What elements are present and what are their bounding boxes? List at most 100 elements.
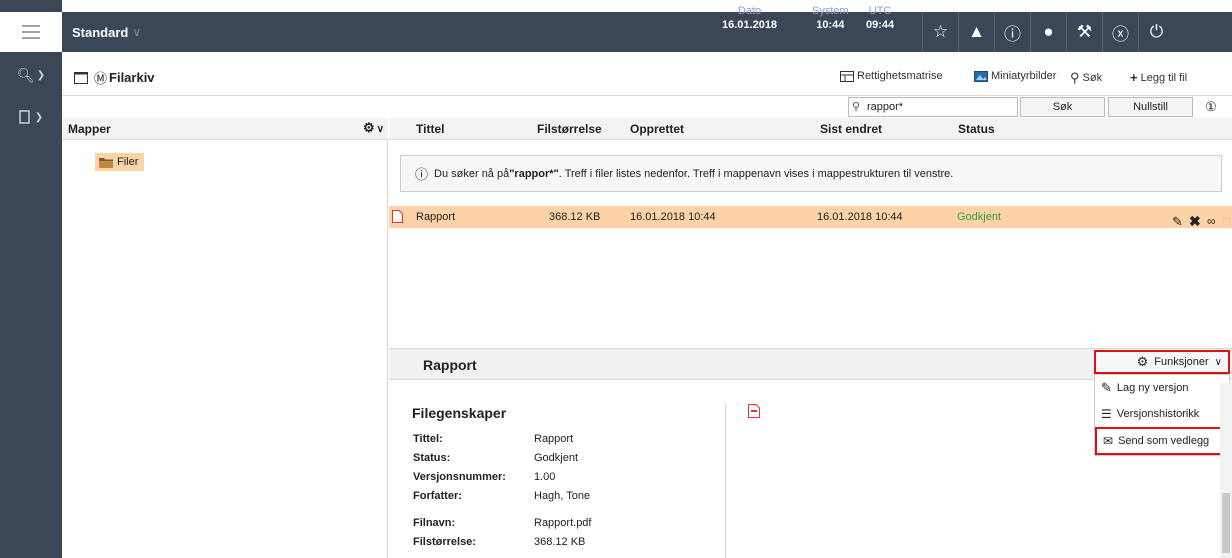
gear-icon: ⚙ (363, 120, 375, 135)
search-toggle-label: Søk (1082, 72, 1103, 84)
column-size[interactable]: Filstørrelse (537, 122, 602, 136)
menu-item-label: Send som vedlegg (1118, 435, 1210, 447)
folder-item-filer[interactable]: Filer (95, 153, 145, 171)
prop-label: Tittel: (413, 433, 443, 445)
menu-item-label: Lag ny versjon (1116, 382, 1189, 394)
search-input[interactable]: ⚲ rappor* (848, 97, 1018, 117)
prop-value: 1.00 (534, 471, 556, 483)
scrollbar-thumb[interactable] (1222, 493, 1230, 553)
search-icon: 🔍︎ (16, 66, 35, 83)
pencil-icon: ✎ (1172, 214, 1183, 229)
folder-label: Filer (117, 156, 139, 168)
folders-title: Mapper (68, 121, 111, 136)
page-title: Filarkiv (109, 70, 155, 85)
row-title: Rapport (416, 211, 456, 223)
search-toggle-button[interactable]: ⚲ Søk (1070, 70, 1102, 86)
prop-value: Hagh, Tone (534, 490, 591, 502)
folders-header: Mapper ⚙ ∨ (62, 118, 388, 140)
rights-matrix-label: Rettighetsmatrise (857, 70, 943, 82)
pdf-icon (748, 404, 760, 418)
help-button[interactable]: ⓧ (1102, 12, 1138, 52)
version-history-item[interactable]: ☰ Versjonshistorikk (1095, 401, 1229, 427)
menu-toggle[interactable] (0, 12, 62, 52)
archive-icon: Ⓜ (94, 71, 108, 86)
door-icon (19, 110, 30, 124)
prop-label: Status: (413, 452, 451, 464)
system-time-info: System 10:44 (812, 4, 849, 32)
system-time: 10:44 (816, 19, 845, 31)
prop-label: Forfatter: (413, 490, 462, 502)
help-icon: ⓧ (1112, 24, 1129, 44)
functions-menu: ✎ Lag ny versjon ☰ Versjonshistorikk ✉ S… (1094, 374, 1230, 456)
user-icon: ● (1043, 22, 1054, 41)
favorites-button[interactable]: ☆ (922, 12, 958, 52)
tools-icon: ⚒ (1076, 22, 1093, 41)
file-table-header (389, 118, 1232, 140)
prop-value: Rapport (534, 433, 574, 445)
power-icon: ⏻ (1149, 22, 1164, 41)
add-file-button[interactable]: + Legg til fil (1130, 70, 1187, 85)
column-title[interactable]: Tittel (416, 122, 444, 136)
notice-suffix: . Treff i filer listes nedenfor. Treff i… (558, 167, 954, 180)
table-row[interactable]: Rapport 368.12 KB 16.01.2018 10:44 16.01… (389, 206, 1232, 229)
search-icon: ⚲ (852, 101, 861, 113)
hamburger-icon (22, 25, 40, 39)
link-icon: ∞ (1207, 214, 1216, 228)
prop-label: Filnavn: (413, 517, 456, 529)
matrix-icon (840, 70, 854, 82)
info-icon: ⓘ (415, 167, 429, 182)
plus-icon: + (1130, 70, 1138, 85)
rail-search-button[interactable]: 🔍︎ ❯ (0, 60, 62, 90)
utc-label: UTC (868, 5, 892, 17)
prop-value: 368.12 KB (534, 536, 586, 548)
image-icon (974, 70, 988, 82)
search-notice: ⓘ Du søker nå på "rappor*". Treff i file… (400, 155, 1222, 192)
search-help-button[interactable]: ① (1196, 97, 1226, 117)
row-created: 16.01.2018 10:44 (630, 211, 716, 223)
functions-button[interactable]: ⚙ Funksjoner ∨ (1094, 350, 1230, 374)
utc-time-info: UTC 09:44 (866, 4, 894, 32)
folder-pane (62, 118, 388, 558)
user-button[interactable]: ● (1030, 12, 1066, 52)
logout-button[interactable]: ⏻ (1138, 12, 1174, 52)
date-value: 16.01.2018 (722, 19, 778, 31)
thumbnails-label: Miniatyrbilder (991, 70, 1057, 82)
prop-value: Rapport.pdf (534, 517, 592, 529)
column-status[interactable]: Status (958, 122, 995, 136)
notifications-button[interactable]: ▲ (958, 12, 994, 52)
utc-time: 09:44 (866, 19, 895, 31)
detail-divider (725, 402, 726, 558)
search-input-value: rappor* (867, 101, 904, 113)
settings-button[interactable]: ⚒ (1066, 12, 1102, 52)
system-label: System (812, 5, 849, 17)
folder-settings-button[interactable]: ⚙ ∨ (363, 120, 384, 136)
send-attachment-item[interactable]: ✉ Send som vedlegg (1095, 427, 1229, 455)
prop-label: Filstørrelse: (413, 536, 476, 548)
page-titlebar: Ⓜ Filarkiv (62, 60, 1232, 96)
date-info: Dato 16.01.2018 (722, 4, 777, 32)
column-modified[interactable]: Sist endret (820, 122, 882, 136)
mail-icon: ✉ (1103, 434, 1114, 448)
rights-matrix-button[interactable]: Rettighetsmatrise (840, 70, 943, 82)
info-button[interactable]: ⓘ (994, 12, 1030, 52)
detail-scrollbar[interactable] (1220, 383, 1232, 558)
pdf-icon (392, 210, 403, 223)
chevron-down-icon: ∨ (132, 25, 142, 39)
workspace-selector[interactable]: Standard (62, 25, 128, 40)
info-icon: ⓘ (1004, 24, 1021, 44)
row-size: 368.12 KB (549, 211, 601, 223)
chevron-down-icon: ∨ (376, 124, 384, 135)
search-button[interactable]: Søk (1020, 97, 1105, 117)
column-created[interactable]: Opprettet (630, 122, 684, 136)
row-modified: 16.01.2018 10:44 (817, 211, 903, 223)
chevron-right-icon: ❯ (34, 111, 44, 123)
notice-prefix: Du søker nå på (434, 167, 510, 180)
reset-button[interactable]: Nullstill (1108, 97, 1193, 117)
chevron-right-icon: ❯ (36, 69, 46, 81)
row-status: Godkjent (957, 211, 1002, 223)
window-icon (74, 71, 88, 84)
new-version-item[interactable]: ✎ Lag ny versjon (1095, 375, 1229, 401)
thumbnails-button[interactable]: Miniatyrbilder (974, 70, 1056, 82)
rail-exit-button[interactable]: ❯ (0, 102, 62, 132)
notice-term: "rappor*" (509, 167, 559, 180)
